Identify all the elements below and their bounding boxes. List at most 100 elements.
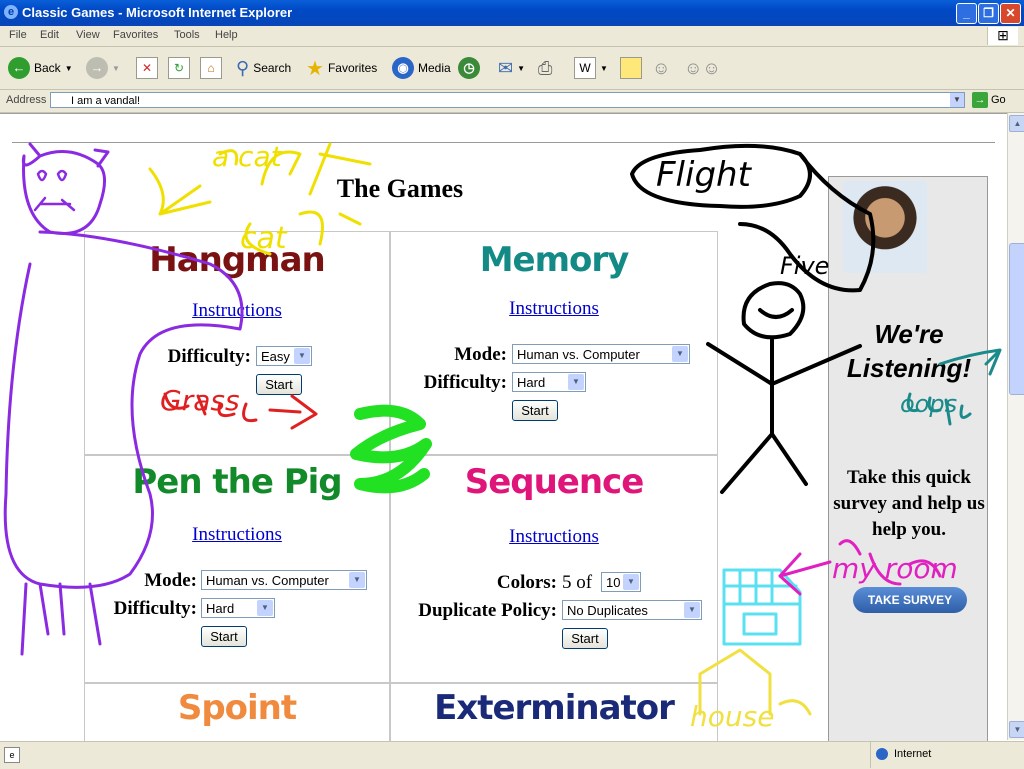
back-button[interactable]: ← Back ▼ — [8, 56, 73, 80]
memory-mode-label: Mode: — [454, 344, 507, 365]
contacts-button[interactable]: ☺☺ — [684, 56, 721, 80]
back-dropdown-icon[interactable]: ▼ — [65, 64, 73, 73]
menu-edit[interactable]: Edit — [40, 29, 59, 41]
search-button[interactable]: ⚲ Search — [236, 56, 291, 80]
menu-favorites[interactable]: Favorites — [113, 29, 158, 41]
game-cell-sequence: Sequence Instructions Colors: 5 of 10 ▼ D… — [390, 455, 718, 683]
media-button[interactable]: ◉ Media — [392, 56, 451, 80]
media-globe-icon: ◉ — [392, 57, 414, 79]
sequence-title: Sequence — [464, 462, 645, 502]
menu-tools[interactable]: Tools — [174, 29, 200, 41]
back-label: Back — [34, 61, 61, 75]
mail-button[interactable]: ✉ ▼ — [498, 56, 525, 80]
window-titlebar[interactable]: e Classic Games - Microsoft Internet Exp… — [0, 0, 1024, 26]
address-dropdown-icon[interactable]: ▼ — [950, 93, 964, 107]
mail-icon: ✉ — [498, 57, 514, 78]
pen-the-pig-instructions-link[interactable]: Instructions — [85, 524, 389, 546]
memory-difficulty-label: Difficulty: — [423, 372, 507, 393]
sequence-colors-select[interactable]: 10 ▼ — [601, 572, 641, 592]
print-button[interactable]: ⎙ — [538, 56, 552, 80]
pen-the-pig-difficulty-value: Hard — [206, 601, 235, 616]
messenger-button[interactable]: ☺ — [652, 56, 670, 80]
pen-the-pig-mode-label: Mode: — [144, 570, 197, 591]
go-button[interactable]: → Go — [972, 92, 1006, 108]
history-button[interactable]: ◷ — [458, 56, 480, 80]
stop-icon: ✕ — [136, 57, 158, 79]
edit-dropdown-icon[interactable]: ▼ — [600, 64, 608, 73]
toolbar: ← Back ▼ → ▼ ✕ ↻ ⌂ ⚲ Search ★ Favorites … — [0, 47, 1024, 90]
forward-dropdown-icon[interactable]: ▼ — [112, 64, 120, 73]
memory-difficulty-select[interactable]: Hard ▼ — [512, 372, 586, 392]
pen-the-pig-title: Pen the Pig — [132, 462, 342, 502]
memory-start-button[interactable]: Start — [512, 400, 558, 421]
menu-help[interactable]: Help — [215, 29, 238, 41]
hangman-difficulty-select[interactable]: Easy ▼ — [256, 346, 312, 366]
minimize-button[interactable]: _ — [956, 3, 977, 24]
hangman-start-button[interactable]: Start — [256, 374, 302, 395]
star-icon: ★ — [306, 57, 324, 80]
ie-icon: e — [4, 5, 18, 19]
menu-view[interactable]: View — [76, 29, 100, 41]
stop-button[interactable]: ✕ — [136, 56, 158, 80]
take-survey-button[interactable]: TAKE SURVEY — [853, 587, 967, 613]
hangman-instructions-link[interactable]: Instructions — [85, 300, 389, 322]
address-input[interactable]: I am a vandal! — [50, 92, 965, 108]
hangman-title: Hangman — [149, 240, 326, 280]
spoint-title: Spoint — [177, 688, 297, 728]
scroll-up-icon[interactable]: ▲ — [1009, 115, 1024, 132]
pen-the-pig-mode-value: Human vs. Computer — [206, 573, 329, 588]
pen-the-pig-difficulty-select[interactable]: Hard ▼ — [201, 598, 275, 618]
media-label: Media — [418, 61, 451, 75]
horizontal-rule — [12, 142, 995, 143]
forward-button[interactable]: → ▼ — [86, 56, 120, 80]
exterminator-title: Exterminator — [434, 688, 675, 728]
scroll-down-icon[interactable]: ▼ — [1009, 721, 1024, 738]
back-arrow-icon: ← — [8, 57, 30, 79]
refresh-icon: ↻ — [168, 57, 190, 79]
memory-mode-select[interactable]: Human vs. Computer ▼ — [512, 344, 690, 364]
home-icon: ⌂ — [200, 57, 222, 79]
dropdown-arrow-icon: ▼ — [568, 374, 584, 390]
pen-the-pig-mode-select[interactable]: Human vs. Computer ▼ — [201, 570, 367, 590]
memory-difficulty-value: Hard — [517, 375, 546, 390]
internet-globe-icon — [876, 748, 888, 760]
game-cell-memory: Memory Instructions Mode: Human vs. Comp… — [390, 231, 718, 455]
edit-icon: W — [574, 57, 596, 79]
page-scrollbar[interactable]: ▲ ▼ — [1007, 113, 1024, 740]
memory-instructions-link[interactable]: Instructions — [391, 298, 717, 320]
memory-title: Memory — [479, 240, 630, 280]
sequence-start-button[interactable]: Start — [562, 628, 608, 649]
edit-button[interactable]: W ▼ — [574, 56, 608, 80]
pen-the-pig-start-button[interactable]: Start — [201, 626, 247, 647]
printer-icon: ⎙ — [538, 57, 553, 78]
favorites-button[interactable]: ★ Favorites — [306, 56, 377, 80]
close-button[interactable]: ✕ — [1000, 3, 1021, 24]
maximize-button[interactable]: ❐ — [978, 3, 999, 24]
dropdown-arrow-icon: ▼ — [684, 602, 700, 618]
hangman-difficulty-value: Easy — [261, 349, 290, 364]
game-cell-pen-the-pig: Pen the Pig Instructions Mode: Human vs.… — [84, 455, 390, 683]
memory-mode-value: Human vs. Computer — [517, 347, 640, 362]
menu-file[interactable]: File — [9, 29, 27, 41]
survey-ad: We're Listening! Take this quick survey … — [828, 176, 988, 741]
game-cell-exterminator: Exterminator — [390, 683, 718, 741]
forward-arrow-icon: → — [86, 57, 108, 79]
sequence-instructions-link[interactable]: Instructions — [391, 526, 717, 548]
scroll-thumb[interactable] — [1009, 243, 1024, 395]
dropdown-arrow-icon: ▼ — [623, 574, 639, 590]
windows-logo-icon: ⊞ — [987, 27, 1018, 45]
mail-dropdown-icon[interactable]: ▼ — [517, 64, 525, 73]
game-cell-spoint: Spoint — [84, 683, 390, 741]
person-icon: ☺ — [652, 57, 671, 78]
discuss-button[interactable] — [620, 56, 642, 80]
game-cell-hangman: Hangman Instructions Difficulty: Easy ▼ S… — [84, 231, 390, 455]
ad-photo — [843, 181, 927, 273]
page-heading: The Games — [336, 174, 464, 203]
search-label: Search — [253, 61, 292, 75]
address-label: Address — [6, 94, 47, 106]
ad-body: Take this quick survey and help us help … — [833, 467, 985, 540]
status-divider — [870, 742, 871, 768]
home-button[interactable]: ⌂ — [200, 56, 222, 80]
refresh-button[interactable]: ↻ — [168, 56, 190, 80]
sequence-duplicate-select[interactable]: No Duplicates ▼ — [562, 600, 702, 620]
